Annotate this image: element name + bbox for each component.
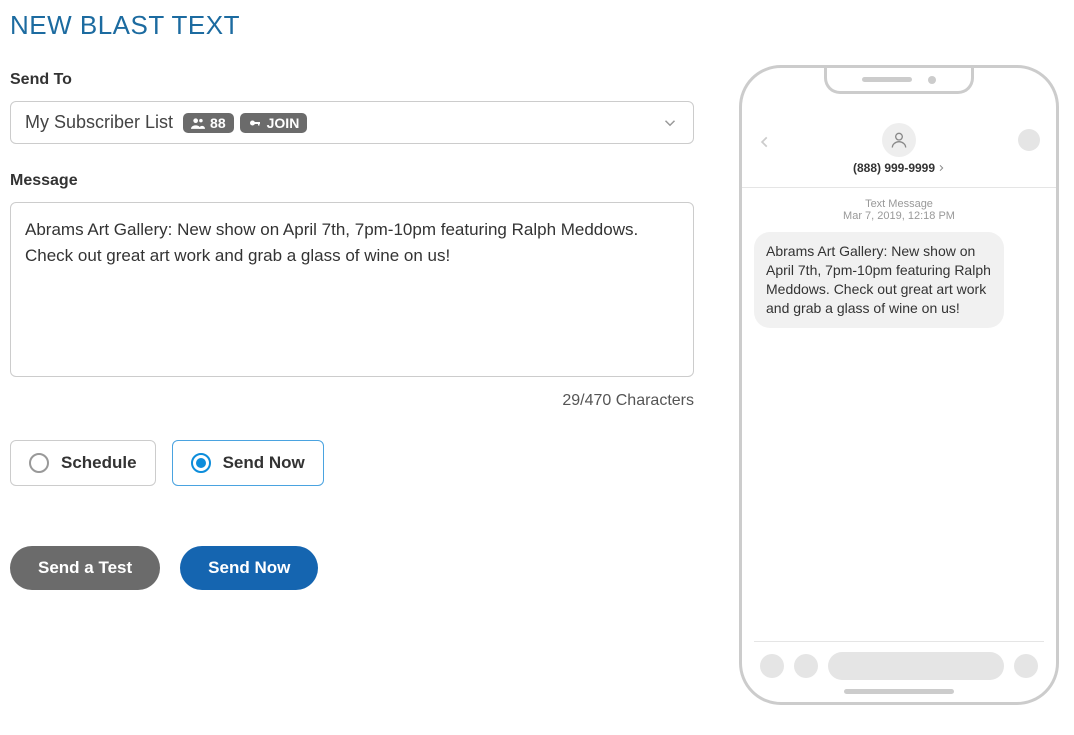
message-textarea[interactable] bbox=[10, 202, 694, 377]
mic-icon bbox=[1014, 654, 1038, 678]
message-bubble: Abrams Art Gallery: New show on April 7t… bbox=[754, 232, 1004, 328]
phone-frame: (888) 999-9999 Text Message Mar 7, 2019,… bbox=[739, 65, 1059, 705]
character-counter: 29/470 Characters bbox=[10, 392, 694, 410]
subscriber-count-badge: 88 bbox=[183, 113, 234, 133]
send-to-label: Send To bbox=[10, 71, 694, 89]
preview-phone-number: (888) 999-9999 bbox=[853, 161, 935, 175]
thread-type-label: Text Message bbox=[754, 198, 1044, 210]
phone-screen: (888) 999-9999 Text Message Mar 7, 2019,… bbox=[742, 68, 1056, 702]
send-now-option-label: Send Now bbox=[223, 453, 305, 473]
recipient-list-name: My Subscriber List bbox=[25, 112, 173, 133]
schedule-option[interactable]: Schedule bbox=[10, 440, 156, 486]
page-title: NEW BLAST TEXT bbox=[10, 10, 694, 41]
keyword-text: JOIN bbox=[267, 115, 300, 131]
schedule-option-label: Schedule bbox=[61, 453, 137, 473]
radio-icon bbox=[191, 453, 211, 473]
send-now-button[interactable]: Send Now bbox=[180, 546, 318, 590]
header-action-icon bbox=[1018, 129, 1040, 151]
camera-icon bbox=[760, 654, 784, 678]
send-test-button[interactable]: Send a Test bbox=[10, 546, 160, 590]
people-icon bbox=[191, 117, 205, 129]
recipient-list-dropdown[interactable]: My Subscriber List 88 JOIN bbox=[10, 101, 694, 144]
message-label: Message bbox=[10, 172, 694, 190]
compose-bar bbox=[754, 641, 1044, 690]
home-indicator-icon bbox=[844, 689, 954, 694]
radio-icon bbox=[29, 453, 49, 473]
chevron-right-icon bbox=[937, 163, 945, 173]
key-icon bbox=[248, 117, 262, 129]
divider bbox=[742, 187, 1056, 188]
phone-preview: (888) 999-9999 Text Message Mar 7, 2019,… bbox=[734, 10, 1064, 725]
chevron-down-icon bbox=[661, 114, 679, 132]
thread-timestamp: Mar 7, 2019, 12:18 PM bbox=[754, 210, 1044, 222]
compose-input bbox=[828, 652, 1004, 680]
apps-icon bbox=[794, 654, 818, 678]
keyword-badge: JOIN bbox=[240, 113, 308, 133]
send-now-option[interactable]: Send Now bbox=[172, 440, 324, 486]
message-thread-header: (888) 999-9999 bbox=[754, 123, 1044, 183]
avatar-icon bbox=[882, 123, 916, 157]
back-chevron-icon bbox=[758, 131, 772, 153]
subscriber-count: 88 bbox=[210, 115, 226, 131]
